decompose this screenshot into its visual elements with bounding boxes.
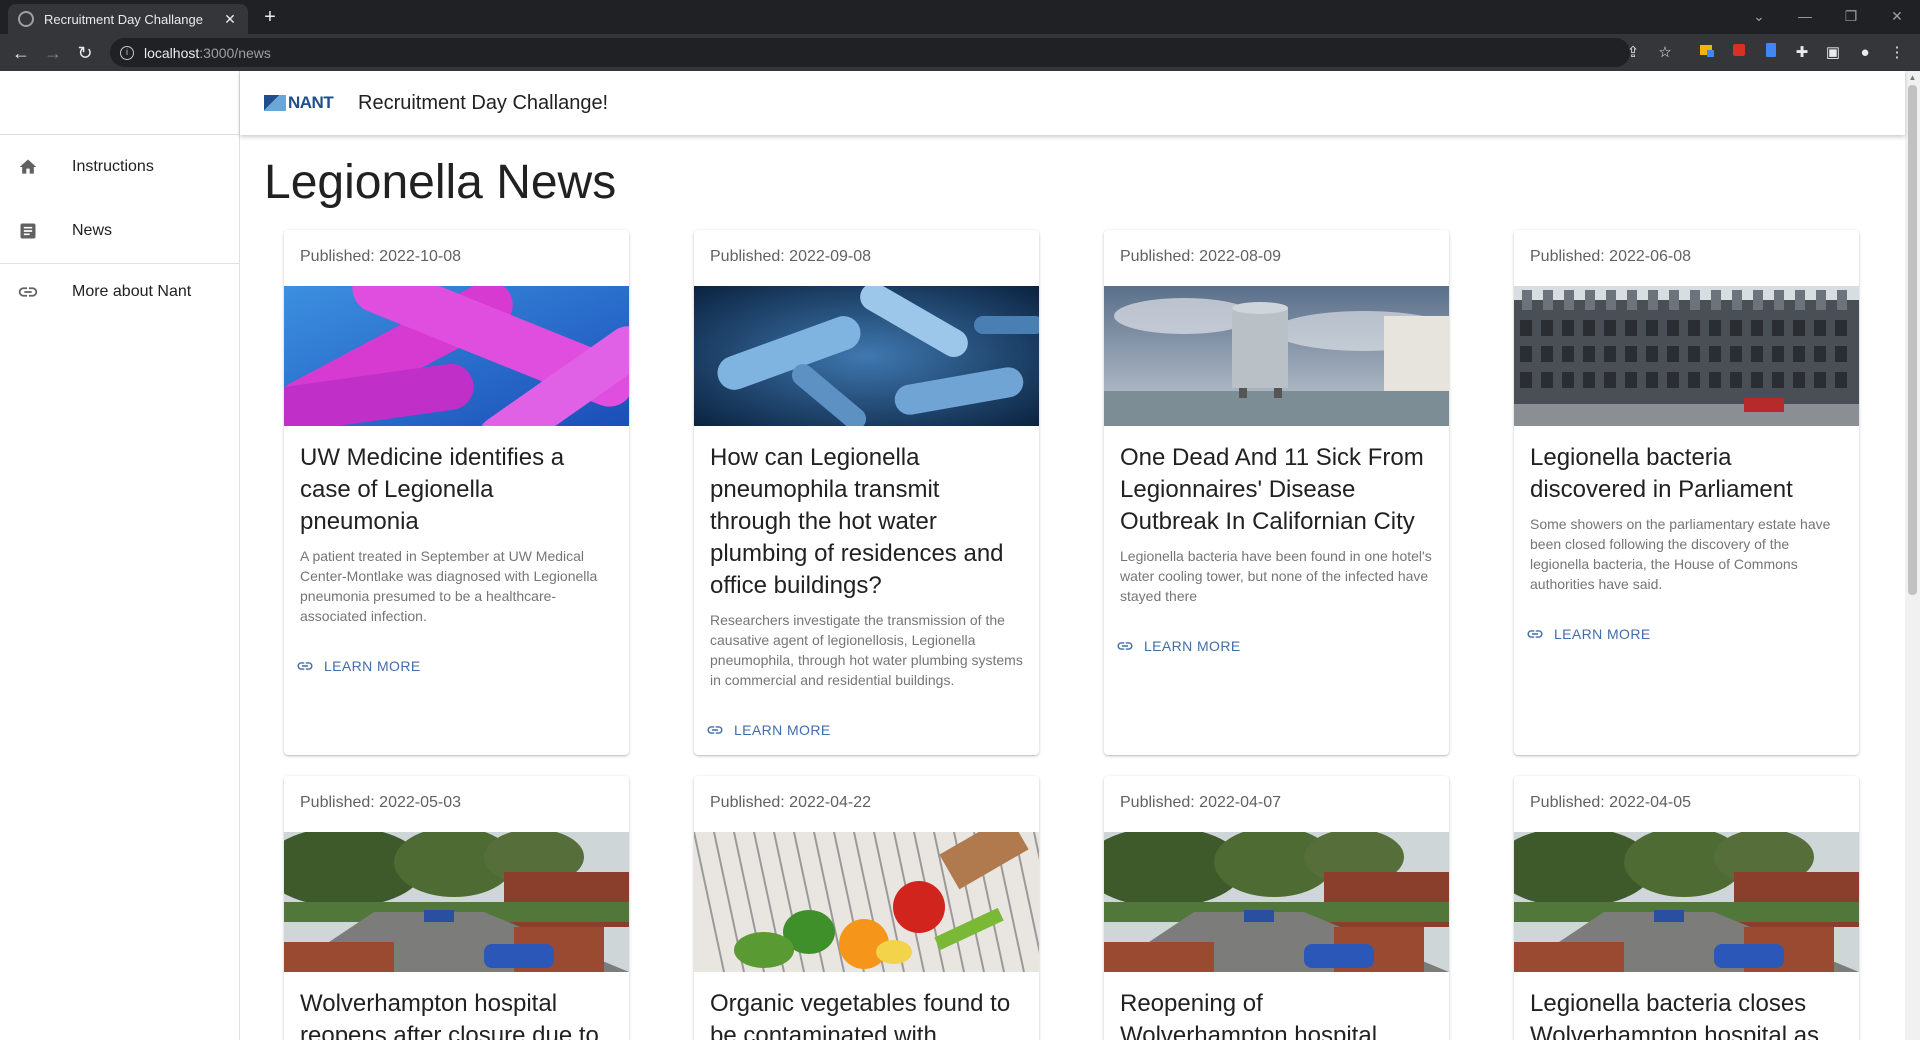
share-icon[interactable]: ⇪ — [1622, 42, 1644, 64]
url-host: localhost — [144, 44, 200, 61]
sidebar-item-news[interactable]: News — [0, 199, 239, 263]
address-bar[interactable]: i localhost:3000/news — [110, 38, 1630, 67]
logo-mark-icon — [264, 95, 286, 111]
tab-close-icon[interactable]: ✕ — [222, 11, 238, 28]
bookmark-star-icon[interactable]: ☆ — [1654, 42, 1676, 64]
logo-text: NANT — [288, 93, 334, 112]
published-date: Published: 2022-06-08 — [1530, 248, 1692, 265]
news-card: Published: 2022-09-08 How can Legionella … — [694, 230, 1039, 755]
favicon-icon — [18, 11, 34, 27]
card-title: Legionella bacteria closes Wolverhampton… — [1530, 990, 1820, 1040]
news-card: Published: 2022-06-08 Legionella bacteria… — [1514, 230, 1859, 755]
card-image — [1514, 286, 1859, 426]
page-scrollbar[interactable]: ▲ — [1905, 71, 1920, 1040]
sidebar-item-instructions[interactable]: Instructions — [0, 135, 239, 199]
card-image — [284, 827, 629, 972]
card-title: Legionella bacteria discovered in Parlia… — [1530, 444, 1793, 503]
sidebar: Instructions News More about Nant — [0, 71, 240, 1040]
card-title: One Dead And 11 Sick From Legionnaires' … — [1120, 444, 1424, 535]
news-card: Published: 2022-04-22 Organic vegetables … — [694, 776, 1039, 1040]
minimize-button[interactable]: — — [1782, 2, 1828, 30]
nant-logo: NANT — [264, 89, 344, 117]
sidebar-header — [0, 71, 239, 135]
extension-red-icon[interactable] — [1728, 42, 1750, 64]
card-image — [694, 283, 1039, 430]
extensions-puzzle-icon[interactable]: ✚ — [1791, 42, 1813, 64]
app-title: Recruitment Day Challange! — [358, 91, 609, 114]
home-icon — [16, 155, 40, 179]
browser-tab[interactable]: Recruitment Day Challange ✕ — [8, 4, 248, 34]
learn-more-button[interactable]: LEARN MORE — [1526, 622, 1859, 646]
link-icon — [16, 280, 40, 304]
menu-kebab-icon[interactable]: ⋮ — [1886, 42, 1908, 64]
learn-more-label: LEARN MORE — [1144, 638, 1241, 654]
card-title: Reopening of Wolverhampton hospital — [1120, 990, 1378, 1040]
card-description: A patient treated in September at UW Med… — [300, 548, 598, 624]
card-description: Researchers investigate the transmission… — [710, 612, 1023, 688]
card-title: Organic vegetables found to be contamina… — [710, 990, 1011, 1040]
learn-more-button[interactable]: LEARN MORE — [706, 718, 1039, 742]
link-icon — [706, 723, 726, 737]
site-info-icon[interactable]: i — [120, 45, 134, 60]
app-root: Instructions News More about Nant NANT R… — [0, 71, 1920, 1040]
reload-icon[interactable]: ↻ — [72, 40, 98, 66]
article-icon — [16, 219, 40, 243]
card-image — [284, 262, 629, 460]
news-card: Published: 2022-04-07 Reopening of Wolver… — [1104, 776, 1449, 1040]
browser-toolbar: ← → ↻ i localhost:3000/news ⇪ ☆ ✚ ▣ ● ⋮ — [0, 34, 1920, 71]
published-date: Published: 2022-04-07 — [1120, 794, 1282, 811]
learn-more-button[interactable]: LEARN MORE — [1116, 634, 1449, 658]
learn-more-label: LEARN MORE — [324, 658, 421, 674]
card-title: Wolverhampton hospital reopens after clo… — [300, 990, 599, 1040]
tab-title: Recruitment Day Challange — [44, 11, 203, 27]
learn-more-label: LEARN MORE — [1554, 626, 1651, 642]
learn-more-button[interactable]: LEARN MORE — [296, 654, 629, 678]
card-description: Legionella bacteria have been found in o… — [1120, 548, 1432, 604]
sidebar-item-label: More about Nant — [72, 283, 192, 300]
app-bar: NANT Recruitment Day Challange! — [240, 71, 1905, 135]
scroll-up-icon[interactable]: ▲ — [1908, 73, 1917, 82]
card-image — [1514, 827, 1859, 972]
news-card: Published: 2022-04-05 Legionella bacteria… — [1514, 776, 1859, 1040]
extension-doc-icon[interactable] — [1760, 42, 1782, 64]
link-icon — [1526, 627, 1546, 641]
close-window-button[interactable]: ✕ — [1874, 2, 1920, 30]
new-tab-button[interactable]: + — [258, 6, 282, 30]
card-title: UW Medicine identifies a case of Legione… — [300, 444, 565, 535]
learn-more-label: LEARN MORE — [734, 722, 831, 738]
sidebar-item-label: Instructions — [72, 158, 154, 175]
sidebar-item-more-about-nant[interactable]: More about Nant — [0, 264, 239, 320]
news-card: Published: 2022-10-08 UW Medicine identif… — [284, 230, 629, 755]
published-date: Published: 2022-08-09 — [1120, 248, 1282, 265]
card-description: Some showers on the parliamentary estate… — [1530, 516, 1831, 592]
restore-button[interactable]: ❐ — [1828, 2, 1874, 30]
card-title: How can Legionella pneumophila transmit … — [710, 444, 1004, 599]
sidebar-item-label: News — [72, 222, 113, 239]
scrollbar-thumb[interactable] — [1908, 85, 1917, 595]
tab-search-button[interactable]: ⌄ — [1736, 2, 1782, 30]
published-date: Published: 2022-04-22 — [710, 794, 872, 811]
forward-icon[interactable]: → — [40, 40, 66, 66]
news-card: Published: 2022-05-03 Wolverhampton hospi… — [284, 776, 629, 1040]
profile-icon[interactable]: ● — [1854, 42, 1876, 64]
back-icon[interactable]: ← — [8, 40, 34, 66]
published-date: Published: 2022-09-08 — [710, 248, 872, 265]
side-panel-icon[interactable]: ▣ — [1822, 42, 1844, 64]
main-content: Legionella News Published: 2022-10-08 UW … — [241, 135, 1905, 1040]
card-image — [694, 814, 1039, 973]
extension-icon[interactable] — [1696, 42, 1718, 64]
news-card: Published: 2022-08-09 One Dead And 11 Sic… — [1104, 230, 1449, 755]
published-date: Published: 2022-10-08 — [300, 248, 462, 265]
card-image — [1104, 827, 1449, 972]
page-title: Legionella News — [264, 156, 617, 209]
published-date: Published: 2022-04-05 — [1530, 794, 1692, 811]
published-date: Published: 2022-05-03 — [300, 794, 462, 811]
url-path: :3000/news — [199, 44, 271, 61]
link-icon — [296, 659, 316, 673]
link-icon — [1116, 639, 1136, 653]
card-image — [1104, 286, 1449, 426]
browser-tab-bar: Recruitment Day Challange ✕ + ⌄ — ❐ ✕ — [0, 0, 1920, 34]
